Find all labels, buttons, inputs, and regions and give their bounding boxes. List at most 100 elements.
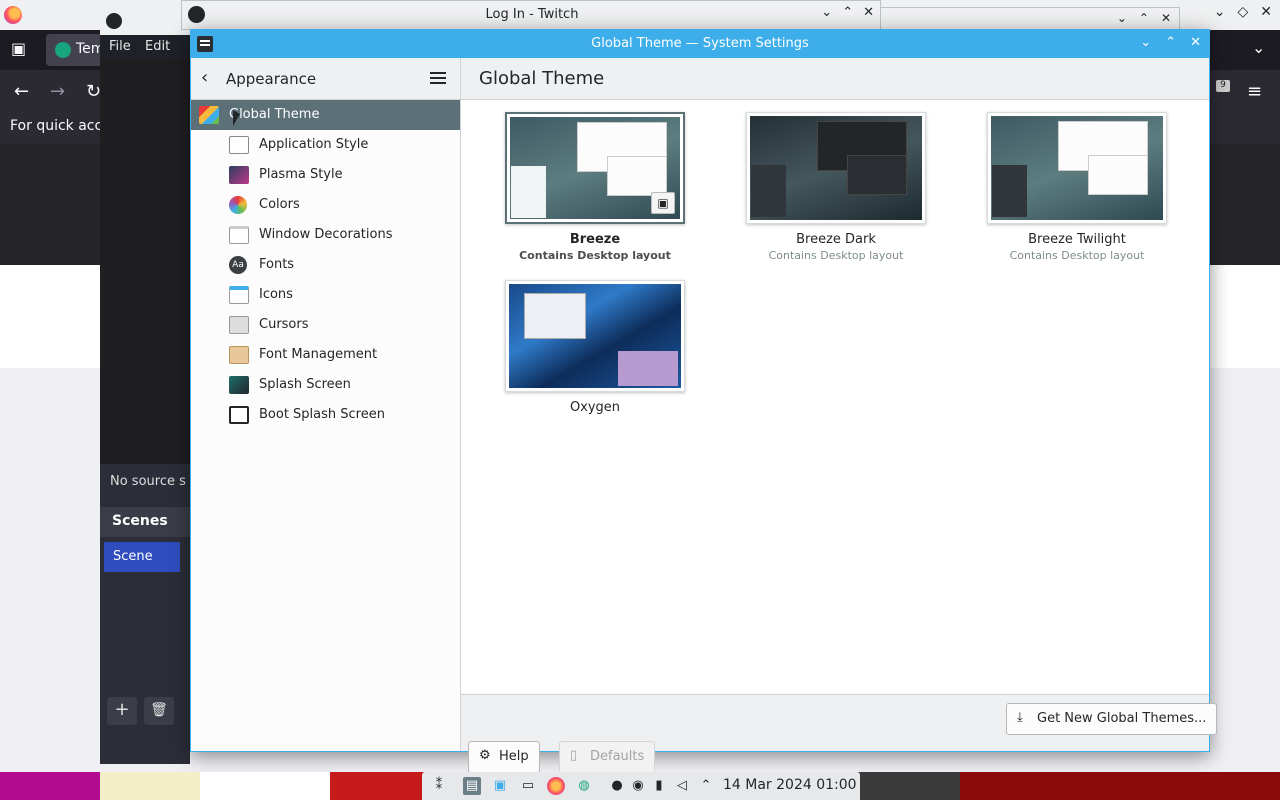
splash-screen-icon (229, 376, 249, 394)
sidebar-item-plasma-style[interactable]: Plasma Style (191, 160, 460, 190)
sidebar-item-colors[interactable]: Colors (191, 190, 460, 220)
content-header: Global Theme (461, 58, 1209, 100)
sidebar-item-cursors[interactable]: Cursors (191, 310, 460, 340)
restore-icon[interactable]: ◇ (1237, 4, 1248, 20)
task-app-icon[interactable]: ◍ (575, 777, 593, 795)
help-icon: ⚙ (479, 748, 491, 763)
button-label: Help (499, 749, 529, 764)
icons-icon (229, 286, 249, 304)
reload-icon[interactable]: ↻ (86, 81, 101, 102)
theme-description: Contains Desktop layout (768, 249, 904, 262)
background-window[interactable]: ⌄ ⌃ ✕ (880, 7, 1180, 30)
maximize-icon[interactable]: ⌃ (842, 5, 853, 20)
twitch-login-window[interactable]: Log In - Twitch ⌄ ⌃ ✕ (181, 0, 881, 30)
sidebar-item-global-theme[interactable]: Global Theme (191, 100, 460, 130)
sidebar-item-label: Fonts (259, 257, 295, 272)
close-icon[interactable]: ✕ (1190, 35, 1201, 50)
boot-splash-icon (229, 406, 249, 424)
maximize-icon[interactable]: ⌃ (1165, 35, 1176, 50)
forward-icon[interactable]: → (50, 81, 65, 102)
settings-content: Global Theme ▣ Breeze Contains Desktop l… (461, 58, 1218, 773)
extension-badge: 9 (1216, 80, 1230, 92)
task-system-settings-icon[interactable]: ▤ (463, 777, 481, 795)
obs-logo-icon (106, 13, 122, 29)
firefox-tab[interactable]: Tem (46, 34, 106, 66)
theme-card-breeze[interactable]: ▣ Breeze Contains Desktop layout (495, 112, 695, 262)
add-scene-button[interactable]: + (107, 697, 137, 725)
theme-preview (746, 112, 926, 224)
tab-list-icon[interactable]: ▣ (11, 39, 26, 58)
defaults-icon: ▯ (570, 748, 578, 763)
sidebar-item-icons[interactable]: Icons (191, 280, 460, 310)
remove-scene-button[interactable]: 🗑 (144, 697, 174, 725)
preview-image-button[interactable]: ▣ (651, 192, 675, 214)
obs-preview (100, 59, 190, 464)
sidebar-header: ‹ Appearance (191, 58, 460, 100)
tray-volume-muted-icon[interactable]: ◁ (673, 777, 691, 795)
back-arrow-icon[interactable]: ‹ (201, 68, 221, 88)
tray-obs-alt-icon[interactable]: ◉ (629, 777, 647, 795)
tray-obs-icon[interactable]: ● (608, 777, 626, 795)
help-button[interactable]: ⚙ Help (468, 741, 540, 773)
theme-card-breeze-twilight[interactable]: Breeze Twilight Contains Desktop layout (977, 112, 1177, 262)
menu-edit[interactable]: Edit (145, 39, 170, 54)
menu-file[interactable]: File (109, 39, 131, 54)
close-icon[interactable]: ✕ (1161, 11, 1171, 25)
task-firefox-icon[interactable] (547, 777, 565, 795)
minimize-icon[interactable]: ⌄ (1214, 4, 1226, 20)
scene-item[interactable]: Scene (104, 542, 180, 572)
get-new-themes-button[interactable]: ⤓ Get New Global Themes... (1006, 703, 1218, 735)
window-title: Log In - Twitch (485, 7, 579, 22)
application-style-icon (229, 136, 249, 154)
colors-icon (229, 196, 247, 214)
sidebar-back-label[interactable]: Appearance (226, 70, 316, 88)
theme-card-breeze-dark[interactable]: Breeze Dark Contains Desktop layout (736, 112, 936, 262)
taskbar-panel: ⁑ ▤ ▣ ▭ ◍ ● ◉ ▮ ◁ ⌃ 14 Mar 2024 01:00 (422, 772, 860, 800)
task-files-icon[interactable]: ▭ (519, 777, 537, 795)
sidebar-item-window-decorations[interactable]: Window Decorations (191, 220, 460, 250)
minimize-icon[interactable]: ⌄ (821, 5, 832, 20)
app-launcher-icon[interactable]: ⁑ (430, 777, 448, 795)
minimize-icon[interactable]: ⌄ (1140, 35, 1151, 50)
sidebar-item-label: Font Management (259, 347, 378, 362)
close-icon[interactable]: ✕ (1260, 4, 1272, 20)
sidebar-item-label: Icons (259, 287, 293, 302)
page-title: Global Theme (479, 68, 605, 89)
minimize-icon[interactable]: ⌄ (1117, 11, 1127, 25)
firefox-logo-icon (4, 6, 22, 24)
sidebar-item-label: Boot Splash Screen (259, 407, 385, 422)
theme-name: Breeze (569, 232, 621, 247)
obs-menubar: File Edit (100, 35, 190, 59)
scenes-header: Scenes (100, 507, 190, 537)
sidebar-item-splash-screen[interactable]: Splash Screen (191, 370, 460, 400)
sidebar-item-font-management[interactable]: Font Management (191, 340, 460, 370)
settings-sidebar: ‹ Appearance Global Theme Application St… (191, 58, 461, 751)
window-title: Global Theme — System Settings (591, 36, 809, 51)
menu-icon[interactable]: ≡ (1247, 81, 1262, 102)
defaults-button[interactable]: ▯ Defaults (559, 741, 656, 773)
tray-expand-icon[interactable]: ⌃ (697, 777, 715, 795)
window-decorations-icon (229, 226, 249, 244)
theme-preview (505, 280, 685, 392)
obs-window: File Edit No source s Scenes Scene + 🗑 (100, 7, 190, 764)
list-all-tabs-icon[interactable]: ⌄ (1252, 38, 1265, 57)
task-discover-icon[interactable]: ▣ (491, 777, 509, 795)
theme-card-oxygen[interactable]: Oxygen (495, 280, 695, 415)
font-management-icon (229, 346, 249, 364)
sidebar-item-application-style[interactable]: Application Style (191, 130, 460, 160)
close-icon[interactable]: ✕ (863, 5, 874, 20)
taskbar-clock[interactable]: 14 Mar 2024 01:00 (723, 777, 857, 793)
sidebar-item-fonts[interactable]: Aa Fonts (191, 250, 460, 280)
sidebar-item-label: Window Decorations (259, 227, 393, 242)
theme-description: Contains Desktop layout (519, 249, 671, 262)
maximize-icon[interactable]: ⌃ (1139, 11, 1149, 25)
button-label: Get New Global Themes... (1037, 711, 1207, 726)
hamburger-menu-icon[interactable] (430, 72, 446, 84)
sidebar-item-boot-splash-screen[interactable]: Boot Splash Screen (191, 400, 460, 430)
window-controls: ⌄ ⌃ ✕ (1117, 11, 1171, 25)
tray-clipboard-icon[interactable]: ▮ (650, 777, 668, 795)
plasma-style-icon (229, 166, 249, 184)
theme-name: Breeze Twilight (1028, 232, 1126, 247)
button-label: Defaults (590, 749, 645, 764)
back-icon[interactable]: ← (14, 81, 29, 102)
